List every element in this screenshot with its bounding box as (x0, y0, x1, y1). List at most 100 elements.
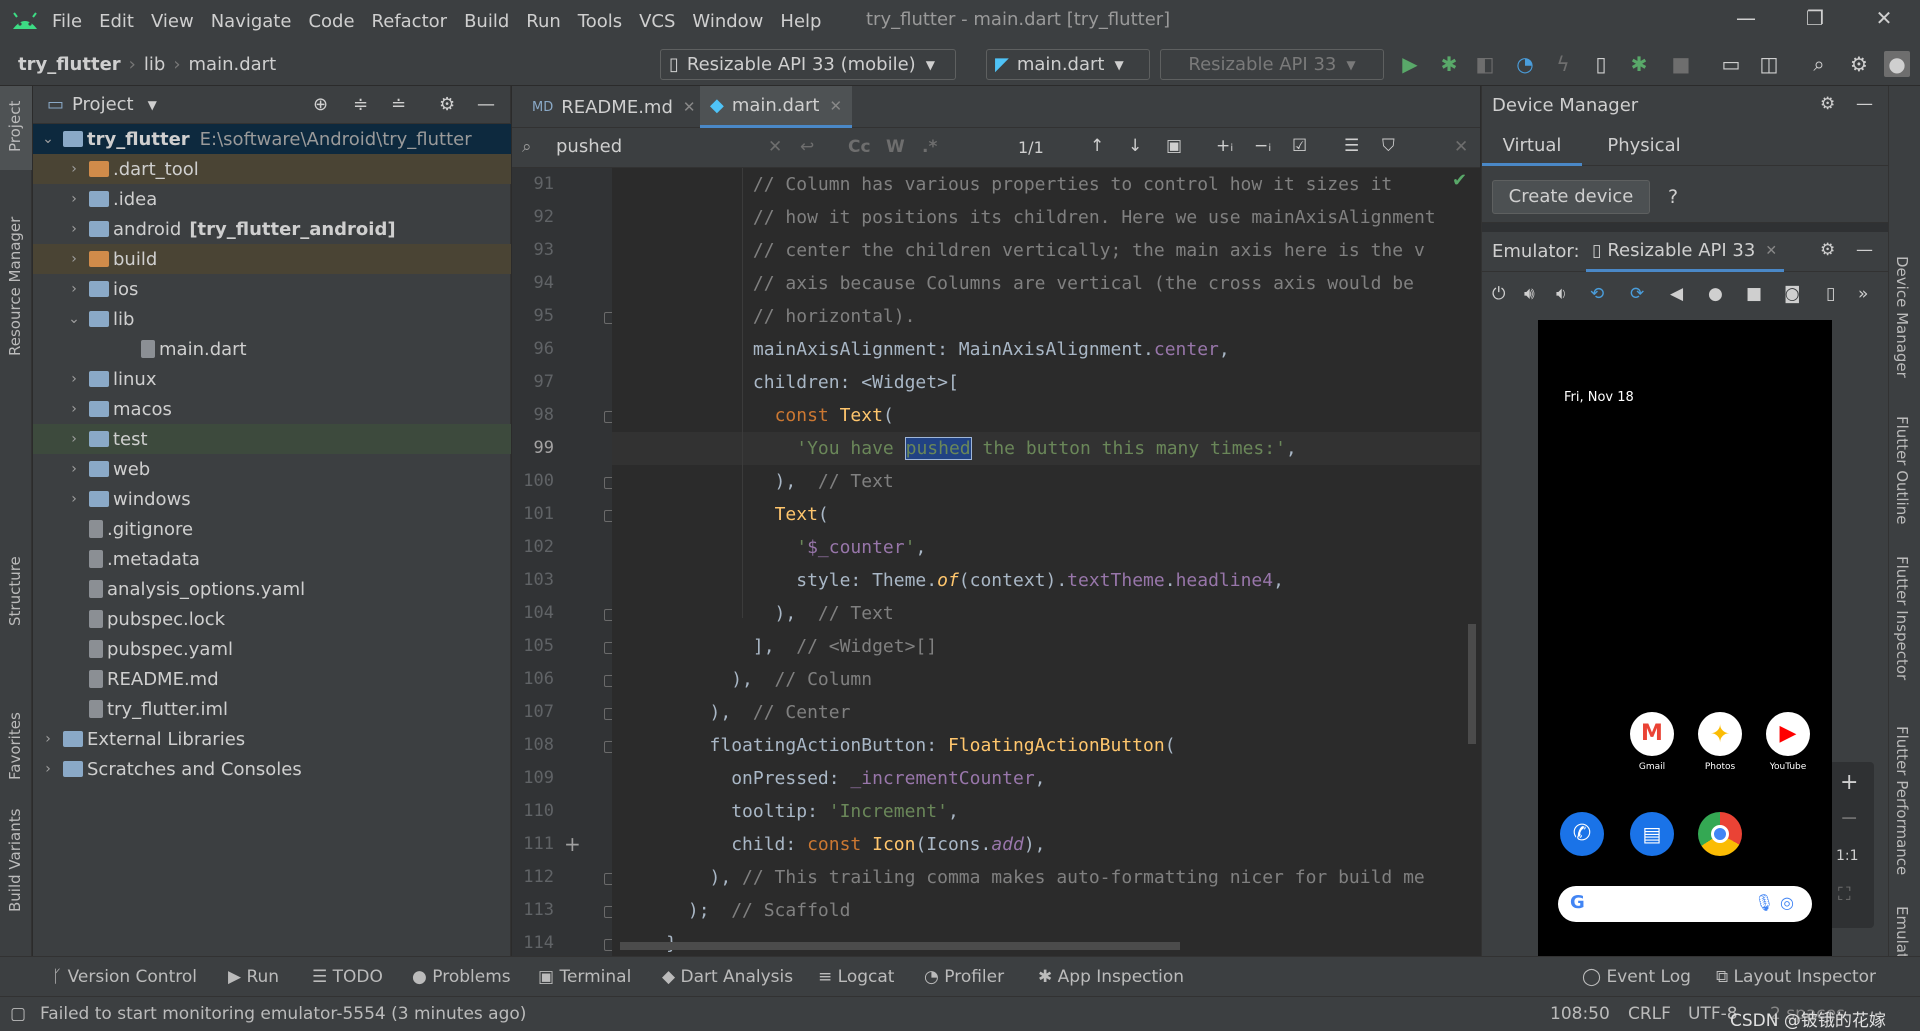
gutter-add-icon[interactable]: + (564, 832, 581, 856)
overview-icon[interactable]: ■ (1746, 284, 1762, 304)
horizontal-scrollbar[interactable] (620, 942, 1180, 950)
tree-item[interactable]: › test (33, 424, 511, 454)
menu-edit[interactable]: Edit (99, 11, 134, 32)
menu-tools[interactable]: Tools (578, 11, 622, 32)
tree-item[interactable]: › macos (33, 394, 511, 424)
tree-item[interactable]: main.dart (33, 334, 511, 364)
home-icon[interactable]: ● (1708, 284, 1723, 304)
run-config-selector[interactable]: ◤ main.dart ▼ (986, 49, 1150, 80)
stripe-flutter-inspector[interactable]: Flutter Inspector (1893, 556, 1911, 680)
emulator-device-tab[interactable]: ▯ Resizable API 33 ✕ (1586, 232, 1784, 272)
stripe-resource-manager[interactable]: Resource Manager (6, 217, 24, 356)
rotate-left-icon[interactable]: ⟲ (1590, 284, 1604, 304)
tab-physical[interactable]: Physical (1594, 126, 1694, 166)
tool-problems[interactable]: ● Problems (412, 967, 511, 987)
select-all-occurrences-icon[interactable]: ▣ (1166, 136, 1182, 156)
clear-search-icon[interactable]: ✕ (768, 137, 782, 157)
restore-icon[interactable]: ❐ (1795, 6, 1835, 36)
tab-main-dart[interactable]: ◆ main.dart ✕ (700, 86, 853, 128)
remove-selection-icon[interactable]: −ᵢ (1254, 136, 1271, 156)
search-icon[interactable]: ⌕ (1806, 51, 1832, 77)
tree-item[interactable]: › .idea (33, 184, 511, 214)
device-frame-icon[interactable]: ▯ (1826, 284, 1835, 304)
debug-icon[interactable]: ✱ (1436, 51, 1462, 77)
caret-position[interactable]: 108:50 (1550, 1004, 1610, 1024)
messages-app-icon[interactable]: ▤ (1630, 812, 1674, 856)
phone-app-icon[interactable]: ✆ (1560, 812, 1604, 856)
add-selection-icon[interactable]: +ᵢ (1216, 136, 1233, 156)
menu-file[interactable]: File (52, 11, 82, 32)
filter-icon[interactable]: ⛉ (1382, 136, 1395, 156)
line-separator[interactable]: CRLF (1628, 1004, 1671, 1024)
status-message[interactable]: Failed to start monitoring emulator-5554… (40, 1004, 526, 1024)
hide-panel-icon[interactable]: — (477, 94, 495, 115)
multiline-icon[interactable]: ☰ (1344, 136, 1359, 156)
tool-layout-inspector[interactable]: ⧉ Layout Inspector (1716, 967, 1876, 987)
volume-up-icon[interactable]: 🔊︎ (1524, 284, 1535, 304)
stripe-structure[interactable]: Structure (6, 556, 24, 626)
breadcrumb-lib[interactable]: lib (144, 54, 165, 75)
tool-terminal[interactable]: ▣ Terminal (538, 967, 631, 987)
back-icon[interactable]: ◀ (1670, 284, 1683, 304)
breadcrumb-project[interactable]: try_flutter (18, 54, 121, 75)
close-icon[interactable]: ✕ (1864, 6, 1904, 36)
close-tab-icon[interactable]: ✕ (829, 97, 842, 115)
chevron-down-icon[interactable]: ⌄ (67, 311, 81, 327)
help-icon[interactable]: ? (1668, 186, 1678, 208)
menu-refactor[interactable]: Refactor (372, 11, 448, 32)
close-find-icon[interactable]: ✕ (1454, 137, 1468, 157)
tool-event-log[interactable]: ◯ Event Log (1582, 967, 1691, 987)
menu-window[interactable]: Window (692, 11, 763, 32)
stripe-build-variants[interactable]: Build Variants (6, 809, 24, 912)
find-input[interactable]: pushed (556, 136, 622, 157)
more-options-icon[interactable]: » (1858, 284, 1868, 304)
chevron-right-icon[interactable]: › (67, 401, 81, 417)
chevron-right-icon[interactable]: › (67, 221, 81, 237)
close-tab-icon[interactable]: ✕ (683, 98, 696, 116)
stripe-favorites[interactable]: Favorites (6, 712, 24, 780)
settings-gear-icon[interactable]: ⚙ (1820, 94, 1835, 114)
menu-navigate[interactable]: Navigate (211, 11, 292, 32)
microphone-icon[interactable]: 🎙︎ (1754, 893, 1774, 912)
coverage-icon[interactable]: ◧ (1472, 51, 1498, 77)
match-case-icon[interactable]: Cc (848, 137, 871, 157)
tree-item[interactable]: pubspec.lock (33, 604, 511, 634)
tree-item[interactable]: › .dart_tool (33, 154, 511, 184)
close-tab-icon[interactable]: ✕ (1765, 243, 1777, 259)
tool-app-inspection[interactable]: ✱ App Inspection (1038, 967, 1184, 987)
stripe-project[interactable]: Project (6, 101, 24, 152)
settings-gear-icon[interactable]: ⚙ (1846, 51, 1872, 77)
tree-item[interactable]: analysis_options.yaml (33, 574, 511, 604)
stripe-flutter-performance[interactable]: Flutter Performance (1893, 726, 1911, 875)
tree-item[interactable]: .metadata (33, 544, 511, 574)
zoom-fit-icon[interactable]: ⛶ (1838, 884, 1851, 905)
locate-icon[interactable]: ⊕ (313, 94, 328, 115)
attach-debugger-icon[interactable]: ✱ (1626, 51, 1652, 77)
stripe-flutter-outline[interactable]: Flutter Outline (1893, 416, 1911, 525)
next-match-icon[interactable]: ↓ (1128, 136, 1142, 156)
tool-version-control[interactable]: ᚴ Version Control (52, 967, 197, 987)
menu-build[interactable]: Build (464, 11, 509, 32)
tree-item[interactable]: .gitignore (33, 514, 511, 544)
tree-item[interactable]: › External Libraries (33, 724, 511, 754)
whole-words-icon[interactable]: W (886, 137, 905, 157)
chrome-app-icon[interactable] (1698, 812, 1742, 856)
tree-item[interactable]: › web (33, 454, 511, 484)
chevron-right-icon[interactable]: › (67, 161, 81, 177)
account-avatar-icon[interactable]: ● (1884, 51, 1910, 77)
tool-run[interactable]: ▶ Run (228, 967, 279, 987)
power-icon[interactable]: ⏻ (1492, 284, 1505, 304)
tree-item[interactable]: ⌄ lib (33, 304, 511, 334)
photos-app-icon[interactable]: ✦ (1698, 712, 1742, 756)
tree-item[interactable]: › windows (33, 484, 511, 514)
chevron-right-icon[interactable]: › (67, 491, 81, 507)
toggle-tool-windows-icon[interactable]: ▢ (10, 1004, 26, 1024)
code-editor[interactable]: // Column has various properties to cont… (612, 168, 1480, 956)
lens-camera-icon[interactable]: ◎ (1780, 893, 1794, 912)
profile-icon[interactable]: ◔ (1512, 51, 1538, 77)
tool-dart-analysis[interactable]: ◆ Dart Analysis (662, 967, 793, 987)
expand-all-icon[interactable]: ≑ (353, 94, 368, 115)
settings-gear-icon[interactable]: ⚙ (1820, 240, 1835, 260)
chevron-right-icon[interactable]: › (67, 251, 81, 267)
tool-logcat[interactable]: ≡ Logcat (818, 967, 894, 987)
